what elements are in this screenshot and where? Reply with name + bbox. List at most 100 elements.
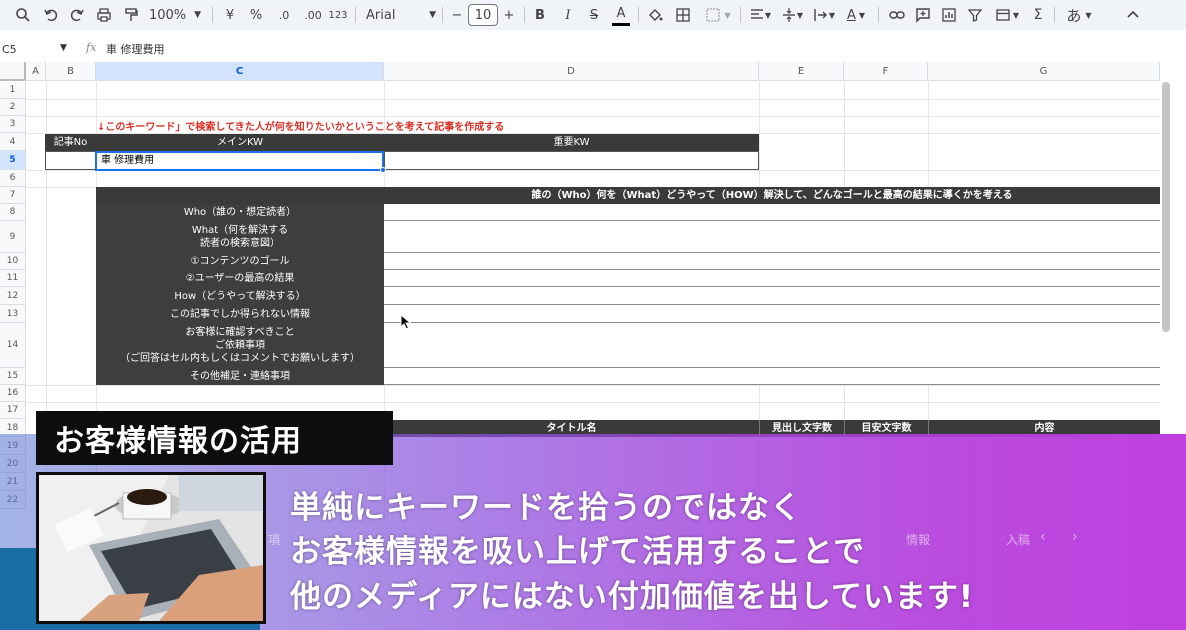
row-header-1[interactable]: 1 (0, 82, 26, 99)
redo-icon[interactable] (68, 4, 86, 26)
column-header-a[interactable]: A (26, 62, 46, 81)
header-important-kw: 重要KW (384, 134, 759, 151)
column-header-e[interactable]: E (759, 62, 844, 81)
filter-views-icon[interactable]: ▼ (992, 4, 1022, 26)
filter-icon[interactable] (966, 4, 984, 26)
column-header-b[interactable]: B (46, 62, 96, 81)
column-header-f[interactable]: F (844, 62, 928, 81)
separator (1054, 7, 1055, 23)
row-header-5[interactable]: 5 (0, 151, 26, 170)
separator (638, 7, 639, 23)
borders-icon[interactable] (674, 4, 692, 26)
row-header-16[interactable]: 16 (0, 385, 26, 402)
decrease-decimal-label: .0 (278, 8, 290, 22)
row-header-3[interactable]: 3 (0, 116, 26, 133)
font-size-input[interactable]: 10 (468, 4, 498, 26)
align-horizontal-icon[interactable]: ▼ (746, 4, 774, 26)
planning-label-user-result: ②ユーザーの最高の結果 (96, 270, 384, 287)
header-article-no: 記事No (45, 134, 96, 151)
row-header-7[interactable]: 7 (0, 187, 26, 204)
currency-button[interactable]: ¥ (222, 4, 238, 26)
column-header-g[interactable]: G (928, 62, 1160, 81)
align-vertical-icon[interactable]: ▼ (778, 4, 806, 26)
chevron-down-icon: ▼ (1012, 10, 1020, 20)
text-rotation-icon[interactable]: A ▼ (842, 4, 870, 26)
chevron-down-icon: ▼ (194, 10, 202, 20)
planning-input-other[interactable] (384, 368, 1160, 385)
planning-label-unique-info: この記事でしか得られない情報 (96, 305, 384, 323)
planning-input-what[interactable] (384, 221, 1160, 253)
font-size-increase-button[interactable]: + (502, 4, 516, 26)
strikethrough-button[interactable]: S (586, 4, 602, 26)
chevron-down-icon: ▼ (828, 10, 836, 20)
fill-handle[interactable] (380, 167, 386, 173)
search-icon[interactable] (14, 4, 32, 26)
planning-label-content-goal: ①コンテンツのゴール (96, 253, 384, 270)
undo-icon[interactable] (42, 4, 60, 26)
font-size-decrease-button[interactable]: − (450, 4, 464, 26)
active-cell-highlight (95, 151, 384, 171)
number-format-button[interactable]: 123 (328, 4, 348, 26)
link-icon[interactable] (888, 4, 906, 26)
text-wrap-icon[interactable]: ▼ (810, 4, 838, 26)
select-all-corner[interactable] (0, 62, 26, 81)
percent-button[interactable]: % (247, 4, 265, 26)
paint-format-icon[interactable] (122, 4, 140, 26)
comment-icon[interactable] (914, 4, 932, 26)
text-rotation-glyph: A (846, 7, 856, 23)
text-color-button[interactable]: A (612, 4, 630, 26)
planning-input-user-result[interactable] (384, 270, 1160, 287)
separator (355, 7, 356, 23)
chevron-left-icon: ‹ (1040, 529, 1046, 545)
separator (442, 7, 443, 23)
planning-input-how[interactable] (384, 287, 1160, 305)
zoom-select[interactable]: 100% ▼ (149, 4, 202, 26)
print-icon[interactable] (94, 4, 114, 26)
planning-input-who[interactable] (384, 204, 1160, 221)
collapse-toolbar-icon[interactable] (1124, 4, 1142, 26)
font-select[interactable]: Arial ▼ (366, 4, 436, 26)
column-header-c[interactable]: C (96, 62, 384, 81)
cell-b5[interactable] (45, 151, 96, 170)
row-header-11[interactable]: 11 (0, 270, 26, 287)
caption-banner-title: お客様情報の活用 (36, 411, 393, 465)
name-box[interactable]: C5 ▼ (0, 41, 72, 58)
decrease-decimal-button[interactable]: .0 (272, 4, 296, 26)
increase-decimal-button[interactable]: .00 (300, 4, 326, 26)
minus-icon: − (451, 7, 463, 23)
vertical-scrollbar[interactable] (1162, 82, 1170, 332)
planning-input-content-goal[interactable] (384, 253, 1160, 270)
row-header-10[interactable]: 10 (0, 253, 26, 270)
fill-color-icon[interactable] (646, 4, 664, 26)
chart-icon[interactable] (940, 4, 958, 26)
separator (740, 7, 741, 23)
planning-header-left (96, 187, 384, 204)
row-header-12[interactable]: 12 (0, 287, 26, 305)
italic-button[interactable]: I (560, 4, 576, 26)
mouse-cursor-icon (400, 314, 412, 330)
input-tools-button[interactable]: あ ▼ (1062, 4, 1096, 26)
planning-label-who: Who（誰の・想定読者） (96, 204, 384, 221)
percent-label: % (249, 7, 263, 23)
row-header-13[interactable]: 13 (0, 305, 26, 323)
row-header-17[interactable]: 17 (0, 402, 26, 419)
toolbar: 100% ▼ ¥ % .0 .00 123 Arial ▼ − 10 + B I… (0, 0, 1186, 30)
row-header-4[interactable]: 4 (0, 133, 26, 151)
chevron-down-icon: ▼ (724, 10, 731, 20)
formula-input[interactable]: 車 修理費用 (106, 41, 165, 57)
row-header-9[interactable]: 9 (0, 221, 26, 253)
strikethrough-label: S (589, 7, 599, 23)
row-header-6[interactable]: 6 (0, 170, 26, 187)
functions-icon[interactable]: Σ (1030, 4, 1046, 26)
row-header-14[interactable]: 14 (0, 323, 26, 368)
cell-d5[interactable] (384, 151, 759, 170)
row-header-2[interactable]: 2 (0, 99, 26, 116)
font-name: Arial (366, 7, 396, 23)
merge-cells-icon[interactable]: ▼ (702, 4, 734, 26)
planning-input-client-confirm[interactable] (384, 323, 1160, 368)
bold-button[interactable]: B (532, 4, 548, 26)
row-header-8[interactable]: 8 (0, 204, 26, 221)
column-header-d[interactable]: D (384, 62, 759, 81)
row-header-15[interactable]: 15 (0, 368, 26, 385)
planning-input-unique-info[interactable] (384, 305, 1160, 323)
